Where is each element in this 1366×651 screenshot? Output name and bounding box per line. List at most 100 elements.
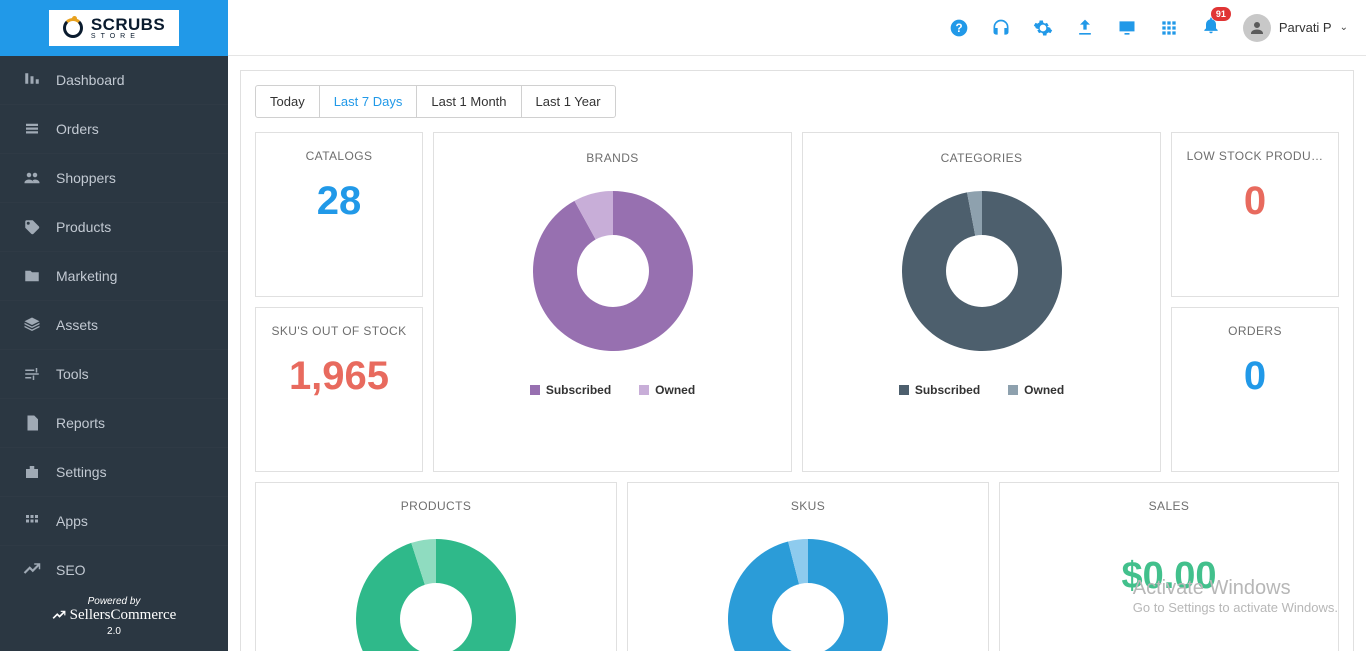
folder-icon: [22, 266, 42, 286]
apps-grid-icon[interactable]: [1159, 18, 1179, 38]
dashboard-panel: TodayLast 7 DaysLast 1 MonthLast 1 Year …: [240, 70, 1354, 651]
tab-today[interactable]: Today: [256, 86, 320, 117]
nav-label: Settings: [56, 464, 107, 480]
trend-icon: [22, 560, 42, 580]
nav-label: Reports: [56, 415, 105, 431]
card-sales[interactable]: SALES $0.00: [999, 482, 1339, 651]
period-tabs: TodayLast 7 DaysLast 1 MonthLast 1 Year: [255, 85, 616, 118]
nav: Dashboard Orders Shoppers Products Marketing…: [0, 56, 228, 586]
top-icons: ? 91: [949, 15, 1221, 40]
sidebar-item-products[interactable]: Products: [0, 203, 228, 252]
nav-label: Marketing: [56, 268, 117, 284]
headset-icon[interactable]: [991, 18, 1011, 38]
sales-value: $0.00: [1000, 521, 1338, 598]
sidebar-item-shoppers[interactable]: Shoppers: [0, 154, 228, 203]
bars-icon: [22, 70, 42, 90]
card-value: 1,965: [256, 346, 422, 423]
upload-icon[interactable]: [1075, 18, 1095, 38]
legend-swatch-icon: [899, 385, 909, 395]
card-title: CATEGORIES: [803, 133, 1160, 173]
card-brands[interactable]: BRANDS Subscribed Owned: [433, 132, 792, 472]
footer-version: 2.0: [0, 626, 228, 637]
footer-brand: SellersCommerce: [0, 607, 228, 624]
products-donut-chart: [356, 539, 516, 651]
sidebar-item-reports[interactable]: Reports: [0, 399, 228, 448]
tag-icon: [22, 217, 42, 237]
card-value: 0: [1172, 346, 1338, 423]
sidebar-item-seo[interactable]: SEO: [0, 546, 228, 586]
user-menu[interactable]: Parvati P ⌄: [1243, 14, 1348, 42]
main: ? 91 Parvati P ⌄ TodayLast 7 DaysLast 1 …: [228, 0, 1366, 651]
sliders-icon: [22, 364, 42, 384]
people-icon: [22, 168, 42, 188]
card-title: SALES: [1000, 483, 1338, 521]
card-low-stock[interactable]: LOW STOCK PRODU… 0: [1171, 132, 1339, 297]
gear-icon[interactable]: [1033, 18, 1053, 38]
sidebar-footer: Powered by SellersCommerce 2.0: [0, 586, 228, 651]
card-title: SKU'S OUT OF STOCK: [256, 308, 422, 346]
list-icon: [22, 119, 42, 139]
card-title: SKUS: [628, 483, 988, 521]
card-title: PRODUCTS: [256, 483, 616, 521]
sidebar-item-apps[interactable]: Apps: [0, 497, 228, 546]
card-title: LOW STOCK PRODU…: [1172, 133, 1338, 171]
logo-mark-icon: [63, 18, 83, 38]
card-products[interactable]: PRODUCTS: [255, 482, 617, 651]
card-title: BRANDS: [434, 133, 791, 173]
brands-donut-chart: [533, 191, 693, 356]
nav-label: Assets: [56, 317, 98, 333]
legend-swatch-icon: [639, 385, 649, 395]
sidebar-item-tools[interactable]: Tools: [0, 350, 228, 399]
chart-legend: Subscribed Owned: [434, 383, 791, 397]
legend-swatch-icon: [1008, 385, 1018, 395]
notifications-button[interactable]: 91: [1201, 15, 1221, 40]
logo[interactable]: SCRUBS STORE: [49, 10, 179, 46]
tab-last-1-year[interactable]: Last 1 Year: [522, 86, 615, 117]
sidebar-item-dashboard[interactable]: Dashboard: [0, 56, 228, 105]
chart-legend: Subscribed Owned: [803, 383, 1160, 397]
avatar-icon: [1243, 14, 1271, 42]
categories-donut-chart: [902, 191, 1062, 356]
medkit-icon: [22, 462, 42, 482]
card-value: 0: [1172, 171, 1338, 248]
svg-text:?: ?: [955, 22, 962, 35]
card-title: CATALOGS: [256, 133, 422, 171]
card-sku-out-of-stock[interactable]: SKU'S OUT OF STOCK 1,965: [255, 307, 423, 472]
tab-last-7-days[interactable]: Last 7 Days: [320, 86, 418, 117]
monitor-icon[interactable]: [1117, 18, 1137, 38]
doc-icon: [22, 413, 42, 433]
nav-label: Products: [56, 219, 111, 235]
grid-icon: [22, 511, 42, 531]
nav-label: SEO: [56, 562, 86, 578]
powered-by-label: Powered by: [0, 596, 228, 607]
nav-label: Apps: [56, 513, 88, 529]
tab-last-1-month[interactable]: Last 1 Month: [417, 86, 521, 117]
sidebar: SCRUBS STORE Dashboard Orders Shoppers Prod…: [0, 0, 228, 651]
card-title: ORDERS: [1172, 308, 1338, 346]
card-skus[interactable]: SKUS: [627, 482, 989, 651]
user-name: Parvati P: [1279, 20, 1332, 35]
sidebar-item-assets[interactable]: Assets: [0, 301, 228, 350]
sidebar-item-settings[interactable]: Settings: [0, 448, 228, 497]
card-categories[interactable]: CATEGORIES Subscribed Owned: [802, 132, 1161, 472]
stack-icon: [22, 315, 42, 335]
sidebar-item-orders[interactable]: Orders: [0, 105, 228, 154]
nav-label: Orders: [56, 121, 99, 137]
logo-name: SCRUBS: [91, 15, 165, 34]
nav-label: Dashboard: [56, 72, 125, 88]
sidebar-item-marketing[interactable]: Marketing: [0, 252, 228, 301]
topbar: ? 91 Parvati P ⌄: [228, 0, 1366, 56]
nav-label: Shoppers: [56, 170, 116, 186]
nav-label: Tools: [56, 366, 89, 382]
legend-swatch-icon: [530, 385, 540, 395]
notification-badge: 91: [1211, 7, 1231, 21]
chevron-down-icon: ⌄: [1340, 22, 1348, 33]
logo-sub: STORE: [91, 33, 165, 40]
card-catalogs[interactable]: CATALOGS 28: [255, 132, 423, 297]
card-value: 28: [256, 171, 422, 248]
help-icon[interactable]: ?: [949, 18, 969, 38]
skus-donut-chart: [728, 539, 888, 651]
card-orders[interactable]: ORDERS 0: [1171, 307, 1339, 472]
logo-header: SCRUBS STORE: [0, 0, 228, 56]
content-scroll[interactable]: TodayLast 7 DaysLast 1 MonthLast 1 Year …: [228, 56, 1366, 651]
